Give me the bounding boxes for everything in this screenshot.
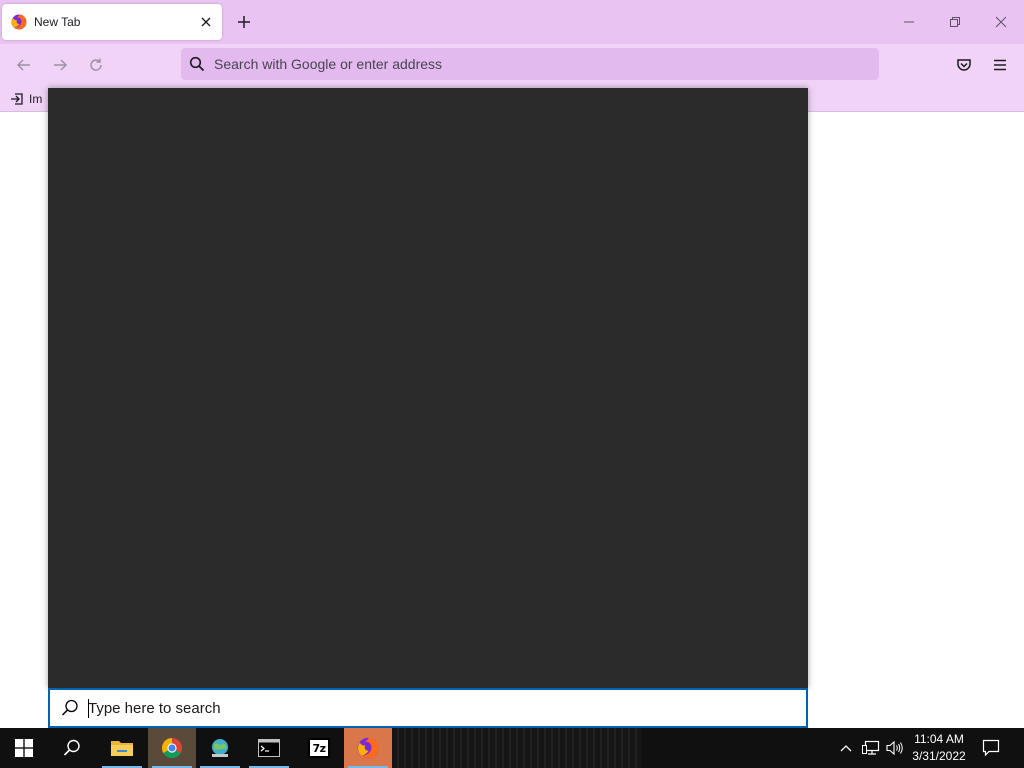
notification-icon [982, 739, 1000, 757]
address-input[interactable] [214, 48, 854, 80]
plus-icon [238, 16, 250, 28]
text-caret [88, 699, 89, 718]
taskbar-command-prompt[interactable] [245, 728, 293, 768]
close-tab-button[interactable] [196, 12, 216, 32]
tab-strip: New Tab [0, 0, 1024, 44]
show-hidden-icons-button[interactable] [836, 738, 856, 758]
action-center-button[interactable] [978, 736, 1004, 760]
start-button[interactable] [0, 728, 48, 768]
hamburger-menu-icon [994, 59, 1006, 71]
taskbar-network-app[interactable] [196, 728, 244, 768]
chrome-icon [162, 738, 182, 758]
taskbar-file-explorer[interactable] [98, 728, 146, 768]
pocket-icon [957, 59, 971, 71]
pocket-button[interactable] [949, 50, 979, 80]
menu-button[interactable] [985, 50, 1015, 80]
minimize-button[interactable] [886, 7, 932, 37]
tab-new-tab[interactable]: New Tab [2, 4, 222, 40]
taskbar-chrome[interactable] [148, 728, 196, 768]
volume-tray-button[interactable] [885, 738, 905, 758]
firefox-icon [357, 737, 379, 759]
close-window-button[interactable] [978, 7, 1024, 37]
taskbar: 7z 11:04 AM 3/31/2022 [0, 728, 1024, 768]
close-icon [995, 16, 1007, 28]
start-search-input[interactable] [88, 690, 788, 726]
network-icon [862, 740, 880, 755]
back-button[interactable] [9, 50, 39, 80]
chevron-up-icon [840, 745, 852, 752]
import-icon [11, 93, 23, 105]
restore-icon [950, 17, 960, 27]
address-bar[interactable] [181, 48, 879, 80]
close-icon [201, 17, 211, 27]
arrow-right-icon [54, 59, 67, 71]
network-globe-icon [212, 739, 228, 757]
import-bookmarks-button[interactable]: Im [10, 91, 42, 107]
clock-time: 11:04 AM [914, 732, 964, 746]
search-icon [63, 739, 80, 756]
7zip-icon-label: 7z [312, 741, 326, 755]
search-icon [61, 699, 78, 716]
windows-logo-icon [15, 739, 33, 757]
forward-button[interactable] [45, 50, 75, 80]
command-prompt-icon [258, 739, 280, 757]
start-search-panel [48, 88, 808, 688]
speaker-icon [886, 740, 903, 756]
restore-button[interactable] [932, 7, 978, 37]
taskbar-7zip[interactable]: 7z [295, 728, 343, 768]
file-explorer-icon [111, 741, 133, 756]
firefox-icon [11, 14, 27, 30]
start-search-box[interactable] [48, 688, 808, 728]
clock[interactable]: 11:04 AM 3/31/2022 [906, 731, 972, 765]
network-tray-button[interactable] [861, 738, 881, 758]
taskbar-firefox[interactable] [344, 728, 392, 768]
minimize-icon [904, 21, 914, 23]
navigation-toolbar [0, 44, 1024, 86]
arrow-left-icon [17, 59, 30, 71]
search-icon [189, 56, 205, 72]
reload-button[interactable] [81, 50, 111, 80]
reload-icon [90, 58, 102, 71]
7zip-icon: 7z [308, 738, 330, 758]
taskbar-empty-area [392, 728, 642, 768]
clock-date: 3/31/2022 [912, 749, 966, 763]
import-bookmarks-label: Im [29, 92, 43, 106]
taskbar-search-button[interactable] [48, 728, 96, 768]
tab-title: New Tab [34, 15, 81, 29]
new-tab-button[interactable] [232, 10, 256, 34]
